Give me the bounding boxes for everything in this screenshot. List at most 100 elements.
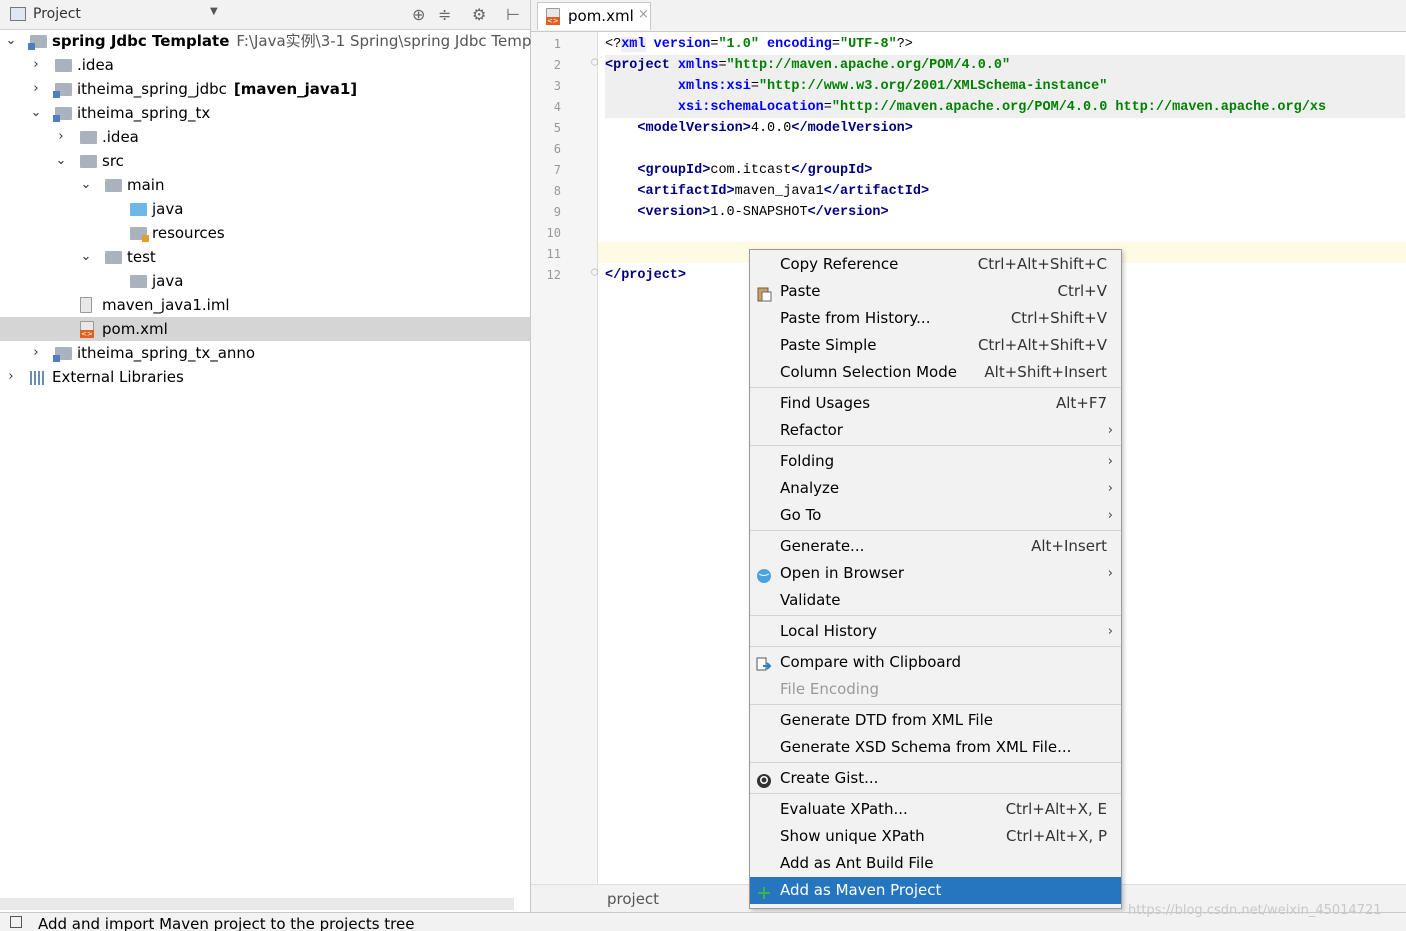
menu-separator (750, 387, 1121, 388)
tree-item-label: .idea (102, 128, 139, 146)
menu-item-evaluate-xpath[interactable]: Evaluate XPath... Ctrl+Alt+X, E (750, 796, 1121, 823)
menu-item-shortcut: Ctrl+Alt+X, P (1006, 827, 1107, 845)
tree-item-label: maven_java1.iml (102, 296, 230, 314)
menu-item-find-usages[interactable]: Find Usages Alt+F7 (750, 390, 1121, 417)
chevron-right-icon: › (1107, 481, 1113, 496)
menu-item-column-selection-mode[interactable]: Column Selection Mode Alt+Shift+Insert (750, 359, 1121, 386)
menu-item-local-history[interactable]: Local History › (750, 618, 1121, 645)
module-folder-icon (28, 35, 47, 50)
fold-marker-icon[interactable]: ⬡ (591, 58, 599, 68)
menu-separator (750, 704, 1121, 705)
menu-item-create-gist[interactable]: Create Gist... (750, 765, 1121, 792)
menu-item-paste-simple[interactable]: Paste Simple Ctrl+Alt+Shift+V (750, 332, 1121, 359)
menu-separator (750, 646, 1121, 647)
tree-item-label: External Libraries (52, 368, 184, 386)
menu-item-paste[interactable]: Paste Ctrl+V (750, 278, 1121, 305)
chevron-right-icon[interactable]: › (29, 53, 43, 77)
menu-item-validate[interactable]: Validate (750, 587, 1121, 614)
menu-item-shortcut: Ctrl+Shift+V (1010, 309, 1107, 327)
line-number: 10 (546, 226, 561, 240)
chevron-down-icon[interactable]: ▼ (210, 6, 218, 17)
chevron-down-icon[interactable]: ⌄ (79, 173, 93, 197)
locate-icon[interactable]: ⊕ (412, 5, 425, 24)
menu-item-copy-reference[interactable]: Copy Reference Ctrl+Alt+Shift+C (750, 251, 1121, 278)
folder-icon (105, 251, 122, 264)
line-number: 11 (546, 247, 561, 261)
menu-item-show-unique-xpath[interactable]: Show unique XPath Ctrl+Alt+X, P (750, 823, 1121, 850)
tree-item[interactable]: ⌄ itheima_spring_tx (0, 101, 530, 125)
menu-item-paste-from-history[interactable]: Paste from History... Ctrl+Shift+V (750, 305, 1121, 332)
menu-item-refactor[interactable]: Refactor › (750, 417, 1121, 444)
menu-separator (750, 762, 1121, 763)
tree-item-label: .idea (77, 56, 114, 74)
tree-item-label: itheima_spring_jdbc [maven_java1] (77, 80, 358, 98)
chevron-down-icon[interactable]: ⌄ (79, 245, 93, 269)
menu-item-label: Compare with Clipboard (780, 653, 962, 671)
tree-item[interactable]: ⌄ src (0, 149, 530, 173)
tree-item[interactable]: pom.xml (0, 317, 530, 341)
chevron-down-icon[interactable]: ⌄ (29, 101, 43, 125)
line-number-gutter: 1 2 3 4 5 6 7 8 9 10 11 12 ⬡ ⬡ (531, 32, 599, 884)
menu-item-generate-xsd-schema-from-xml-file[interactable]: Generate XSD Schema from XML File... (750, 734, 1121, 761)
tree-item[interactable]: ⌄ spring Jdbc Template F:\Java实例\3-1 Sprin… (0, 29, 551, 53)
tab-pom-xml[interactable]: pom.xml × (537, 2, 651, 30)
chevron-right-icon[interactable]: › (4, 365, 18, 389)
tree-item-label: main (127, 176, 165, 194)
gear-icon[interactable]: ⚙ (472, 5, 486, 24)
tool-windows-icon[interactable] (10, 916, 22, 928)
menu-item-compare-with-clipboard[interactable]: Compare with Clipboard (750, 649, 1121, 676)
chevron-down-icon[interactable]: ⌄ (4, 29, 18, 53)
menu-item-add-as-maven-project[interactable]: Add as Maven Project (750, 877, 1121, 904)
menu-item-shortcut: Ctrl+V (1057, 282, 1107, 300)
menu-item-go-to[interactable]: Go To › (750, 502, 1121, 529)
chevron-down-icon[interactable]: ⌄ (54, 149, 68, 173)
menu-item-generate-dtd-from-xml-file[interactable]: Generate DTD from XML File (750, 707, 1121, 734)
chevron-right-icon: › (1107, 454, 1113, 469)
horizontal-scrollbar[interactable] (0, 898, 514, 910)
tree-item[interactable]: ⌄ main (0, 173, 530, 197)
fold-marker-icon[interactable]: ⬡ (591, 268, 599, 278)
module-folder-icon (53, 347, 72, 362)
menu-item-label: Paste (780, 282, 821, 300)
library-icon (30, 371, 48, 385)
collapse-all-icon[interactable]: ≑ (438, 5, 451, 24)
tree-item[interactable]: › External Libraries (0, 365, 530, 389)
breadcrumb-item-project[interactable]: project (607, 890, 659, 908)
menu-item-file-encoding[interactable]: File Encoding (750, 676, 1121, 703)
menu-separator (750, 793, 1121, 794)
tree-item[interactable]: java (0, 197, 530, 221)
tree-item-label: itheima_spring_tx_anno (77, 344, 256, 362)
close-icon[interactable]: × (638, 7, 649, 22)
menu-item-label: Local History (780, 622, 878, 640)
project-tool-window: Project ▼ ⊕ ≑ ⚙ ⊢ ⌄ spring Jdbc Template F… (0, 0, 551, 912)
chevron-right-icon[interactable]: › (29, 341, 43, 365)
tree-item[interactable]: java (0, 269, 530, 293)
hide-icon[interactable]: ⊢ (506, 5, 520, 24)
chevron-right-icon[interactable]: › (29, 77, 43, 101)
tree-item[interactable]: maven_java1.iml (0, 293, 530, 317)
tree-item[interactable]: resources (0, 221, 530, 245)
menu-item-shortcut: Ctrl+Alt+Shift+V (977, 336, 1107, 354)
menu-separator (750, 530, 1121, 531)
menu-item-add-as-ant-build-file[interactable]: Add as Ant Build File (750, 850, 1121, 877)
menu-item-generate[interactable]: Generate... Alt+Insert (750, 533, 1121, 560)
folder-icon (55, 59, 72, 72)
tree-item[interactable]: › .idea (0, 125, 530, 149)
tree-item-label: pom.xml (102, 320, 168, 338)
menu-item-label: Show unique XPath (780, 827, 925, 845)
menu-item-analyze[interactable]: Analyze › (750, 475, 1121, 502)
menu-item-folding[interactable]: Folding › (750, 448, 1121, 475)
tree-item[interactable]: › .idea (0, 53, 530, 77)
globe-icon (756, 566, 772, 583)
menu-item-shortcut: Alt+Shift+Insert (984, 363, 1107, 381)
line-number: 1 (553, 37, 561, 51)
line-number: 9 (553, 205, 561, 219)
tree-item[interactable]: › itheima_spring_tx_anno (0, 341, 530, 365)
tree-item[interactable]: › itheima_spring_jdbc [maven_java1] (0, 77, 530, 101)
chevron-right-icon[interactable]: › (54, 125, 68, 149)
line-number: 5 (553, 121, 561, 135)
paste-icon (756, 284, 772, 302)
project-view-selector[interactable]: Project (33, 6, 81, 22)
menu-item-open-in-browser[interactable]: Open in Browser › (750, 560, 1121, 587)
tree-item[interactable]: ⌄ test (0, 245, 530, 269)
